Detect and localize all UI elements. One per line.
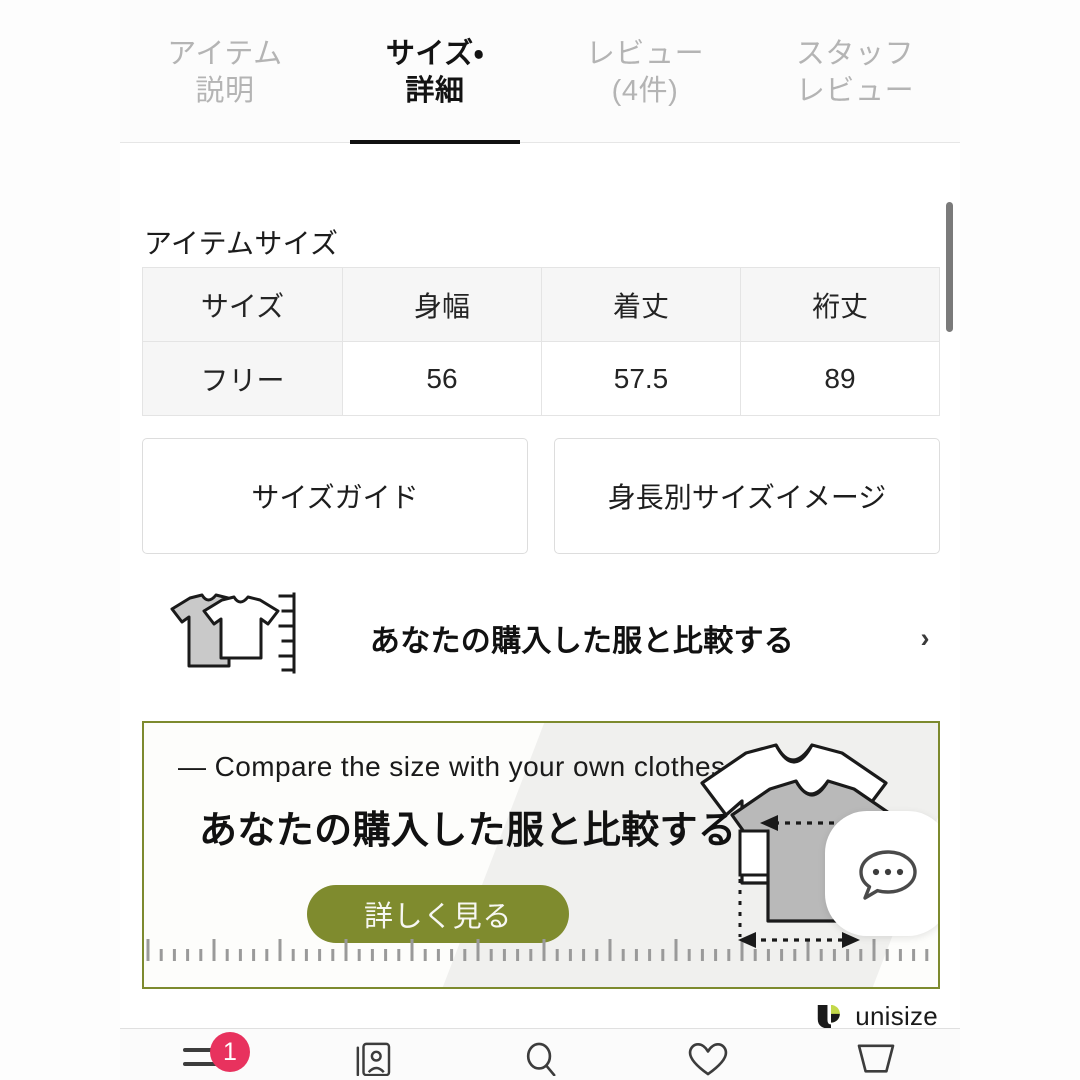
promo-english-headline: — Compare the size with your own clothes… [178, 751, 763, 782]
tab-item-description[interactable]: アイテム 説明 [120, 0, 330, 142]
table-header-cell: 身幅 [342, 267, 542, 342]
scrollbar-thumb[interactable] [946, 202, 953, 332]
tab-label-line2: (4件) [611, 75, 679, 107]
size-guide-button[interactable]: サイズガイド [142, 438, 528, 554]
size-help-button-row: サイズガイド 身長別サイズイメージ [142, 438, 940, 554]
table-cell-sleeve: 89 [740, 341, 940, 416]
promo-japanese-headline: あなたの購入した服と比較する [199, 810, 737, 852]
page-title: アイテムサイズ [144, 228, 339, 259]
tab-bar: アイテム 説明 サイズ・ 詳細 レビュー (4件) スタッフ レビュー [120, 0, 960, 144]
table-row: フリー 56 57.5 89 [142, 341, 940, 416]
table-cell-size: フリー [142, 341, 343, 416]
height-size-image-button[interactable]: 身長別サイズイメージ [554, 438, 940, 554]
tab-label-line1: レビュー [585, 37, 705, 70]
tab-label-line2: レビュー [795, 75, 915, 107]
nav-favorites[interactable] [624, 1029, 792, 1080]
vertical-scrollbar[interactable] [946, 160, 953, 1020]
table-cell-length: 57.5 [541, 341, 741, 416]
unisize-mark-icon [817, 1005, 841, 1029]
tab-label-line2: 説明 [195, 75, 255, 107]
compare-clothes-row[interactable]: あなたの購入した服と比較する › [120, 582, 960, 694]
nav-menu-badge: 1 [210, 1032, 250, 1072]
nav-account[interactable] [288, 1029, 456, 1080]
table-header-row: サイズ 身幅 着丈 裄丈 [142, 267, 940, 342]
chat-bubble-icon [858, 849, 917, 900]
content-column: アイテム 説明 サイズ・ 詳細 レビュー (4件) スタッフ レビュー アイテム… [120, 0, 960, 1080]
item-size-table: サイズ 身幅 着丈 裄丈 フリー 56 57.5 89 [142, 267, 940, 416]
shopping-cart-icon [857, 1044, 895, 1073]
table-header-cell: サイズ [142, 267, 343, 342]
table-cell-width: 56 [342, 341, 542, 416]
nav-cart[interactable] [792, 1029, 960, 1080]
nav-menu[interactable]: 1 [120, 1029, 288, 1080]
tab-label-line2: 詳細 [405, 75, 465, 107]
compare-clothes-label: あなたの購入した服と比較する [369, 625, 795, 658]
app-screen: アイテム 説明 サイズ・ 詳細 レビュー (4件) スタッフ レビュー アイテム… [0, 0, 1080, 1080]
nav-search[interactable] [456, 1029, 624, 1080]
tab-size-detail[interactable]: サイズ・ 詳細 [330, 0, 540, 144]
tab-active-underline [350, 140, 520, 144]
tab-label-line1: アイテム [167, 37, 283, 70]
heart-icon [688, 1043, 728, 1076]
bottom-navigation-bar: 1 [120, 1028, 960, 1080]
tab-reviews[interactable]: レビュー (4件) [540, 0, 750, 142]
search-icon [526, 1042, 556, 1076]
table-header-cell: 着丈 [541, 267, 741, 342]
tab-label-line1: スタッフ [795, 37, 915, 70]
table-header-cell: 裄丈 [740, 267, 940, 342]
chat-support-button[interactable] [825, 811, 938, 936]
tab-staff-reviews[interactable]: スタッフ レビュー [750, 0, 960, 142]
account-card-icon [356, 1042, 391, 1076]
tab-label-line1: サイズ・ [385, 37, 485, 70]
unisize-promo-banner[interactable]: — Compare the size with your own clothes… [142, 721, 940, 989]
